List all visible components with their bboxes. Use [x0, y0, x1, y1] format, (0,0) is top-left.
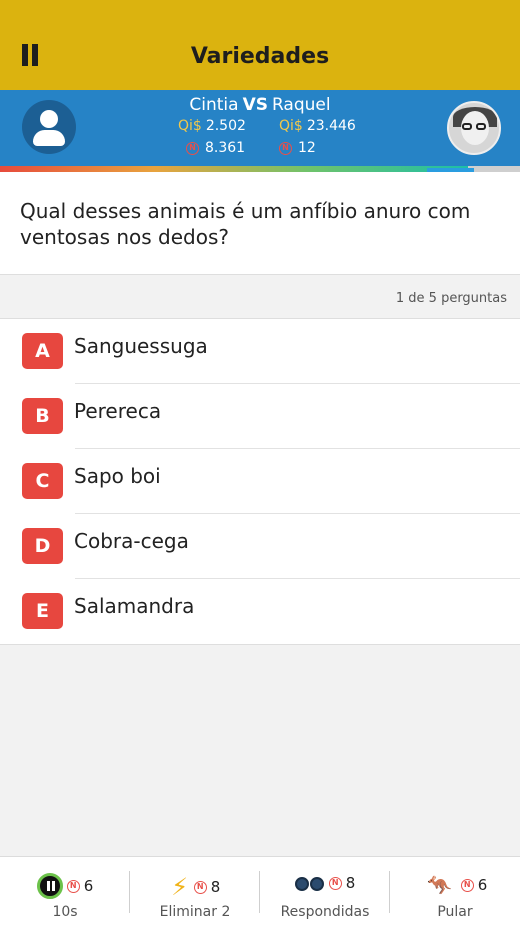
stopwatch-icon	[36, 873, 63, 899]
powerup-label: Pular	[437, 904, 473, 920]
powerup-skip-button[interactable]: 🦘 N 6 Pular	[390, 857, 520, 925]
player1-qi: Qi$ 2.502	[178, 118, 246, 134]
answer-option-a[interactable]: A Sanguessuga	[0, 319, 520, 384]
player2-avatar[interactable]	[447, 101, 501, 155]
answer-text: Sapo boi	[74, 464, 161, 488]
powerup-label: Respondidas	[280, 904, 370, 920]
answer-list: A Sanguessuga B Perereca C Sapo boi D Co…	[0, 319, 520, 645]
answer-text: Perereca	[74, 399, 162, 423]
vs-label: VS	[242, 95, 268, 115]
powerup-label: 10s	[52, 904, 78, 920]
powerup-eliminate-button[interactable]: ⚡ N 8 Eliminar 2	[130, 857, 260, 925]
binoculars-icon	[294, 873, 325, 893]
answer-text: Sanguessuga	[74, 334, 208, 358]
powerup-count: 8	[345, 874, 356, 892]
coin-icon: N	[279, 141, 292, 155]
answer-letter-badge: A	[22, 333, 63, 369]
powerup-answered-button[interactable]: N8 Respondidas	[260, 857, 390, 925]
powerup-count: 8	[210, 878, 221, 896]
player-names: Cintia VS Raquel	[0, 95, 520, 115]
coin-icon: N	[328, 876, 342, 890]
answer-letter-badge: B	[22, 398, 63, 434]
powerup-label: Eliminar 2	[159, 904, 231, 920]
player1-coins: N 8.361	[186, 140, 245, 156]
powerup-count: 6	[83, 877, 94, 895]
answer-option-c[interactable]: C Sapo boi	[0, 449, 520, 514]
category-title: Variedades	[190, 44, 330, 69]
answer-text: Salamandra	[74, 594, 195, 618]
answer-letter-badge: D	[22, 528, 63, 564]
versus-bar: Cintia VS Raquel Qi$ 2.502 Qi$ 23.446 N 8.361…	[0, 90, 520, 166]
player1-name: Cintia	[189, 95, 239, 115]
answer-letter-badge: E	[22, 593, 63, 629]
answer-option-e[interactable]: E Salamandra	[0, 579, 520, 644]
player2-qi: Qi$ 23.446	[279, 118, 356, 134]
coin-icon: N	[66, 879, 80, 893]
answer-letter-badge: C	[22, 463, 63, 499]
answer-option-b[interactable]: B Perereca	[0, 384, 520, 449]
powerup-count: 6	[477, 876, 488, 894]
kangaroo-icon: 🦘	[427, 873, 453, 897]
coin-icon: N	[193, 880, 207, 894]
player2-coins: N 12	[279, 140, 316, 156]
question-text: Qual desses animais é um anfíbio anuro c…	[0, 172, 520, 275]
answer-text: Cobra-cega	[74, 529, 189, 553]
answer-option-d[interactable]: D Cobra-cega	[0, 514, 520, 579]
coin-icon: N	[186, 141, 199, 155]
player2-name: Raquel	[271, 95, 331, 115]
coin-icon: N	[460, 878, 474, 892]
powerup-bar: N6 10s ⚡ N 8 Eliminar 2 N8 Respondidas 🦘 N 6…	[0, 856, 520, 925]
top-bar: Variedades	[0, 0, 520, 90]
question-counter: 1 de 5 perguntas	[0, 275, 520, 319]
powerup-10s-button[interactable]: N6 10s	[0, 857, 130, 925]
lightning-icon: ⚡	[171, 873, 189, 901]
